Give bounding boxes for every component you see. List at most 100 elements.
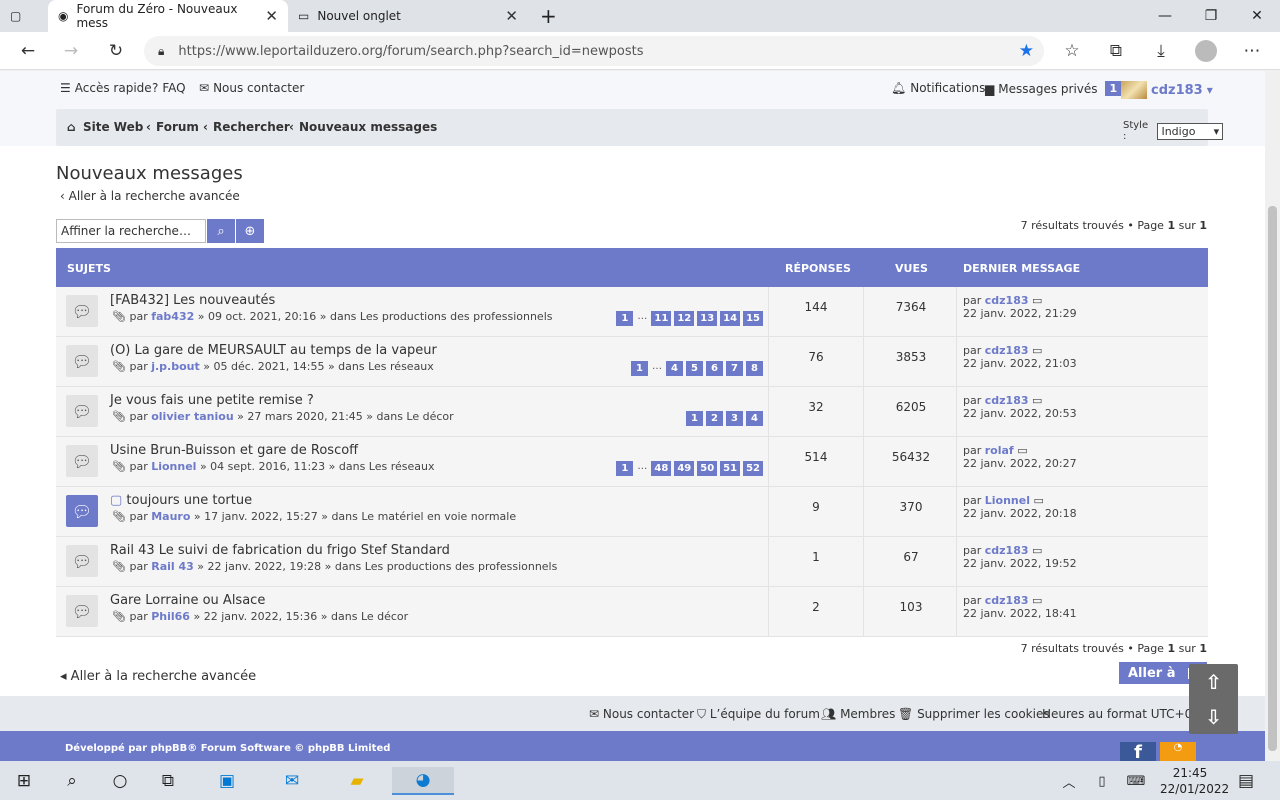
page-link[interactable]: 15 — [743, 311, 763, 326]
footer-contact[interactable]: ✉ Nous contacter — [589, 707, 694, 721]
page-link[interactable]: 2 — [706, 411, 723, 426]
topic-status-icon[interactable]: 💬︎ — [66, 495, 98, 527]
collections-icon[interactable]: ⧉ — [1101, 36, 1131, 66]
author-link[interactable]: fab432 — [151, 310, 194, 323]
contact-link[interactable]: ✉ Nous contacter — [199, 81, 304, 95]
topic-title-link[interactable]: Usine Brun-Buisson et gare de Roscoff — [110, 443, 358, 458]
device-icon[interactable]: ▯ — [1088, 767, 1116, 795]
facebook-icon[interactable]: f — [1120, 742, 1156, 761]
goto-last-icon[interactable]: ▭ — [1017, 444, 1027, 457]
forward-button[interactable]: → — [56, 36, 86, 66]
author-link[interactable]: Rail 43 — [151, 560, 194, 573]
private-messages-link[interactable]: ▆ Messages privés 1 — [985, 81, 1123, 96]
chevron-up-icon[interactable]: ︿ — [1055, 767, 1083, 795]
page-link[interactable]: 3 — [726, 411, 743, 426]
footer-members[interactable]: 👥︎ Membres — [821, 707, 895, 721]
close-tab-icon[interactable]: ✕ — [505, 7, 518, 25]
author-link[interactable]: Lionnel — [151, 460, 196, 473]
scrollbar-thumb[interactable] — [1268, 206, 1277, 751]
page-link[interactable]: 1 — [616, 311, 634, 326]
minimize-button[interactable]: — — [1142, 0, 1188, 32]
tab-new[interactable]: ▭ Nouvel onglet ✕ — [288, 0, 528, 32]
menu-icon[interactable]: ⋯ — [1237, 36, 1267, 66]
last-poster-link[interactable]: Lionnel — [985, 494, 1030, 507]
page-link[interactable]: 48 — [651, 461, 672, 476]
advanced-search-link-bottom[interactable]: ◂ Aller à la recherche avancée — [60, 669, 256, 684]
task-view-icon[interactable]: ⧉ — [154, 767, 182, 795]
page-scrollbar[interactable] — [1265, 71, 1280, 761]
new-post-icon[interactable]: ▢ — [110, 493, 126, 508]
notifications-link[interactable]: 🔔︎ Notifications — [891, 81, 985, 95]
author-link[interactable]: Mauro — [151, 510, 190, 523]
page-link[interactable]: 4 — [666, 361, 683, 376]
last-poster-link[interactable]: rolaf — [985, 444, 1014, 457]
breadcrumb-search[interactable]: Rechercher — [213, 120, 290, 134]
quick-access-link[interactable]: ☰ Accès rapide — [60, 81, 152, 95]
topic-status-icon[interactable]: 💬︎ — [66, 395, 98, 427]
search-input[interactable]: Affiner la recherche… — [56, 219, 206, 243]
topic-title-link[interactable]: ▢ toujours une tortue — [110, 493, 252, 508]
topic-title-link[interactable]: Rail 43 Le suivi de fabrication du frigo… — [110, 543, 450, 558]
favorite-star-icon[interactable]: ★ — [1019, 41, 1034, 61]
favorites-icon[interactable]: ☆ — [1057, 36, 1087, 66]
edge-icon[interactable]: ◕ — [392, 767, 454, 795]
last-poster-link[interactable]: cdz183 — [985, 294, 1029, 307]
keyboard-icon[interactable]: ⌨ — [1122, 767, 1150, 795]
author-link[interactable]: Phil66 — [151, 610, 190, 623]
page-link[interactable]: 1 — [686, 411, 703, 426]
faq-link[interactable]: ? FAQ — [152, 81, 186, 95]
goto-last-icon[interactable]: ▭ — [1032, 394, 1042, 407]
page-link[interactable]: 6 — [706, 361, 723, 376]
page-link[interactable]: 1 — [616, 461, 634, 476]
breadcrumb-forum[interactable]: Forum — [156, 120, 199, 134]
breadcrumb-new[interactable]: Nouveaux messages — [299, 120, 437, 134]
page-link[interactable]: 14 — [720, 311, 741, 326]
close-window-button[interactable]: ✕ — [1234, 0, 1280, 32]
cortana-icon[interactable]: ○ — [106, 767, 134, 795]
downloads-icon[interactable]: ⤓ — [1146, 36, 1176, 66]
file-explorer-icon[interactable]: ▰ — [343, 767, 371, 795]
last-poster-link[interactable]: cdz183 — [985, 594, 1029, 607]
mail-icon[interactable]: ✉ — [278, 767, 306, 795]
page-link[interactable]: 52 — [743, 461, 763, 476]
topic-status-icon[interactable]: 💬︎ — [66, 295, 98, 327]
goto-last-icon[interactable]: ▭ — [1032, 594, 1042, 607]
page-link[interactable]: 13 — [697, 311, 718, 326]
profile-avatar[interactable] — [1191, 36, 1221, 66]
topic-title-link[interactable]: (O) La gare de MEURSAULT au temps de la … — [110, 343, 437, 358]
author-link[interactable]: j.p.bout — [151, 360, 200, 373]
topic-title-link[interactable]: Gare Lorraine ou Alsace — [110, 593, 265, 608]
page-link[interactable]: 11 — [651, 311, 672, 326]
author-link[interactable]: olivier taniou — [151, 410, 233, 423]
page-link[interactable]: 49 — [674, 461, 695, 476]
tab-forum[interactable]: ◉ Forum du Zéro - Nouveaux mess ✕ — [48, 0, 288, 32]
breadcrumb-site[interactable]: Site Web — [83, 120, 143, 134]
page-link[interactable]: 7 — [726, 361, 743, 376]
page-link[interactable]: 8 — [746, 361, 763, 376]
goto-last-icon[interactable]: ▭ — [1032, 544, 1042, 557]
page-link[interactable]: 4 — [746, 411, 763, 426]
page-link[interactable]: 51 — [720, 461, 741, 476]
advanced-search-link[interactable]: ‹ Aller à la recherche avancée — [60, 189, 240, 203]
last-poster-link[interactable]: cdz183 — [985, 394, 1029, 407]
maximize-button[interactable]: ❐ — [1188, 0, 1234, 32]
clock[interactable]: 21:45 22/01/2022 — [1160, 765, 1229, 797]
windows-start-icon[interactable]: ⊞ — [10, 767, 38, 795]
goto-last-icon[interactable]: ▭ — [1033, 494, 1043, 507]
store-icon[interactable]: ▣ — [213, 767, 241, 795]
search-icon[interactable]: ⌕ — [58, 767, 86, 795]
topic-title-link[interactable]: Je vous fais une petite remise ? — [110, 393, 314, 408]
scroll-up-icon[interactable]: ⇧ — [1189, 664, 1238, 699]
topic-status-icon[interactable]: 💬︎ — [66, 445, 98, 477]
style-select[interactable]: Indigo ▾ — [1157, 122, 1224, 140]
scroll-down-icon[interactable]: ⇩ — [1189, 699, 1238, 734]
footer-cookies[interactable]: 🗑︎ Supprimer les cookies — [898, 707, 1050, 721]
search-button[interactable]: ⌕ — [206, 219, 235, 243]
user-menu[interactable]: cdz183 ▾ — [1121, 81, 1213, 99]
topic-title-link[interactable]: [FAB432] Les nouveautés — [110, 293, 275, 308]
refresh-button[interactable]: ↻ — [101, 36, 131, 66]
topic-status-icon[interactable]: 💬︎ — [66, 345, 98, 377]
advanced-search-button[interactable]: ⊕ — [235, 219, 264, 243]
goto-last-icon[interactable]: ▭ — [1032, 344, 1042, 357]
page-link[interactable]: 50 — [697, 461, 718, 476]
